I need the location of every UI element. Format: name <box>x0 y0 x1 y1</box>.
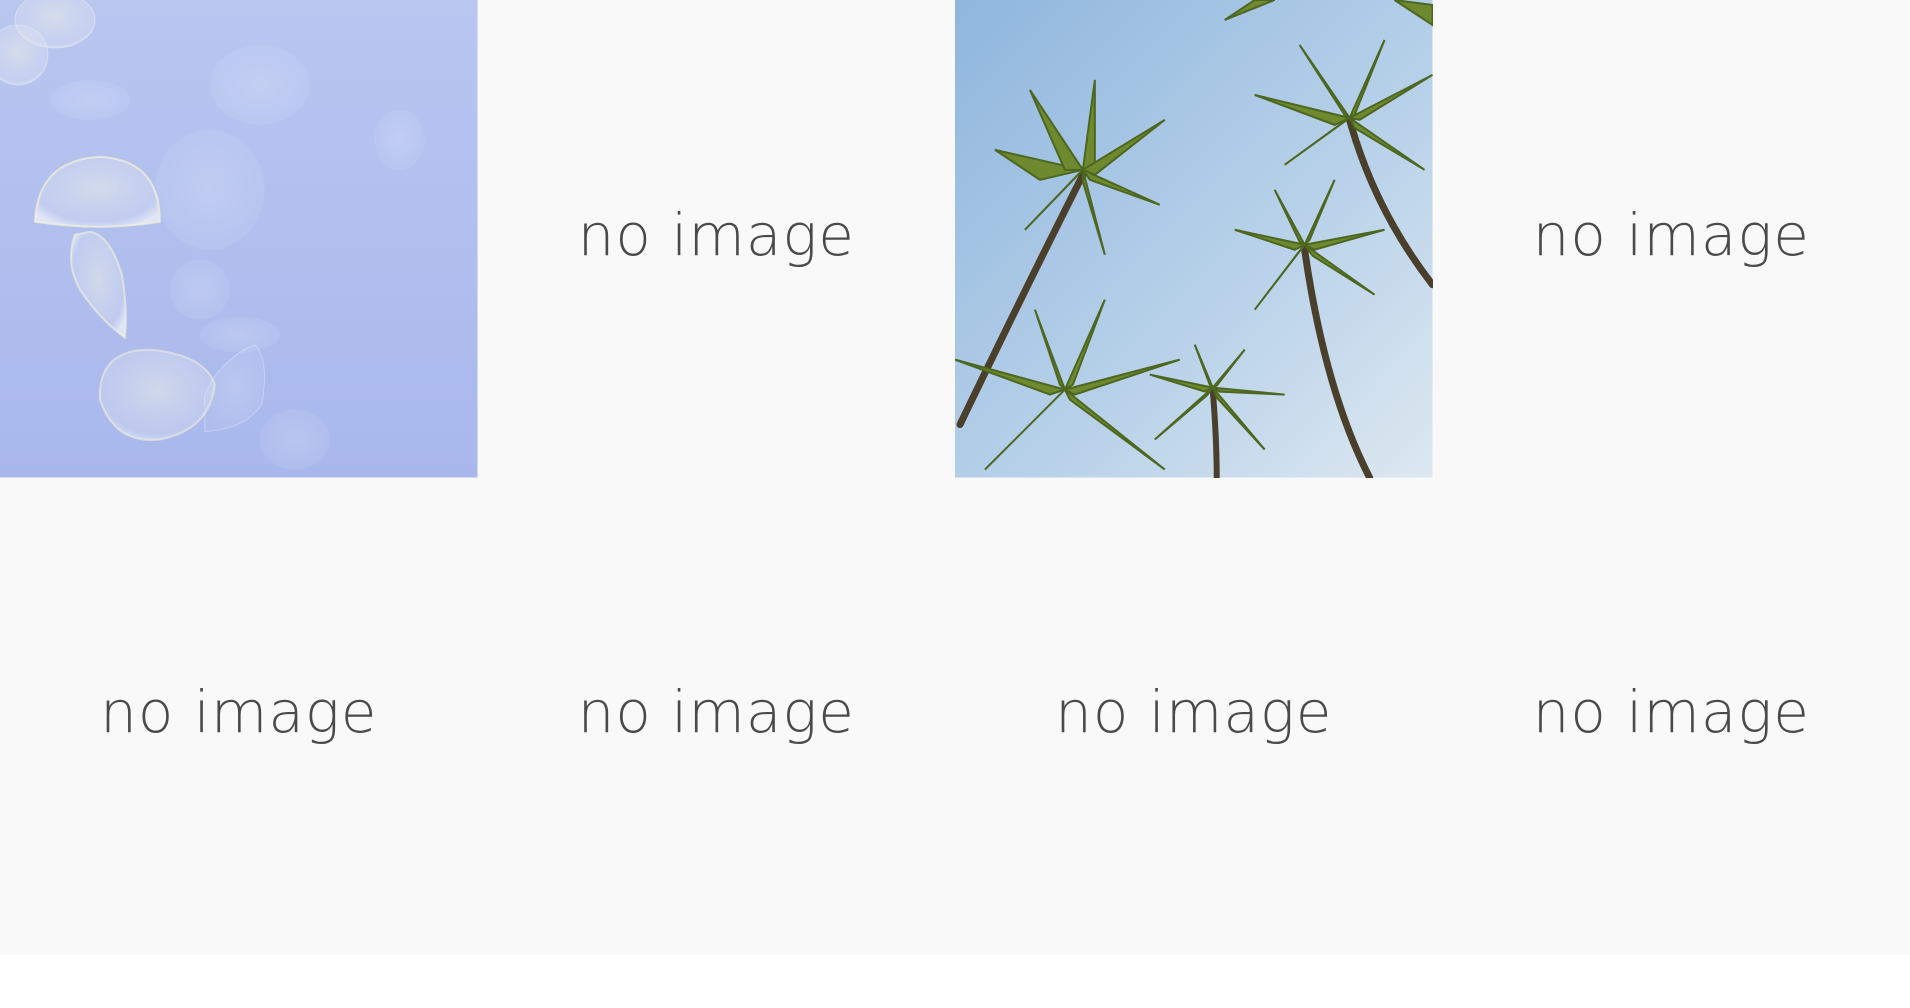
jellyfish-photo <box>0 0 478 478</box>
grid-tile-placeholder[interactable]: no image <box>477 0 955 478</box>
grid-tile-placeholder[interactable]: no image <box>1432 0 1910 478</box>
grid-tile-palm-trees[interactable] <box>955 0 1433 478</box>
grid-tile-placeholder[interactable]: no image <box>955 477 1433 955</box>
no-image-label: no image <box>100 678 378 747</box>
no-image-label: no image <box>1532 200 1810 269</box>
no-image-label: no image <box>1055 678 1333 747</box>
no-image-label: no image <box>577 678 855 747</box>
grid-tile-placeholder[interactable]: no image <box>0 477 478 955</box>
grid-tile-placeholder[interactable]: no image <box>477 477 955 955</box>
no-image-label: no image <box>577 200 855 269</box>
grid-tile-jellyfish[interactable] <box>0 0 478 478</box>
image-grid: no image no image no image no image no i… <box>0 0 1910 955</box>
no-image-label: no image <box>1532 678 1810 747</box>
grid-tile-placeholder[interactable]: no image <box>1432 477 1910 955</box>
palm-trees-photo <box>955 0 1433 478</box>
